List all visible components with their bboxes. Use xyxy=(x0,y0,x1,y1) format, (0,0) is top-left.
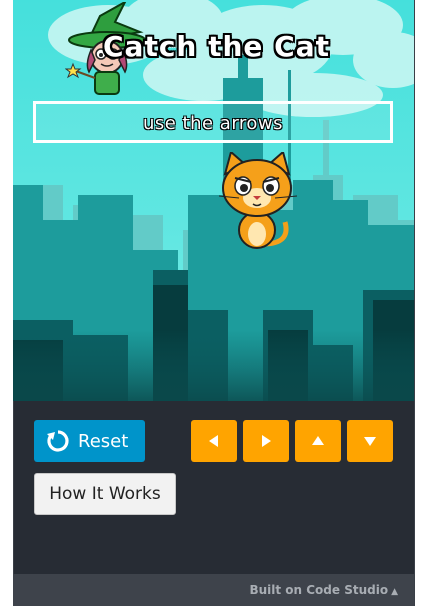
right-arrow-button[interactable] xyxy=(243,420,289,462)
game-title: Catch the Cat xyxy=(103,30,330,63)
built-on-code-studio-link[interactable]: Built on Code Studio ▲ xyxy=(249,583,398,597)
hint-text: use the arrows xyxy=(142,113,284,134)
reset-button[interactable]: Reset xyxy=(34,420,145,462)
down-arrow-icon xyxy=(364,437,376,446)
caret-up-icon: ▲ xyxy=(391,587,398,597)
reset-icon xyxy=(47,430,69,452)
down-arrow-button[interactable] xyxy=(347,420,393,462)
hint-box: use the arrows xyxy=(33,101,393,143)
footer-bar: Built on Code Studio ▲ xyxy=(13,574,414,606)
cat-sprite xyxy=(218,152,298,249)
controls-panel: Reset How It Works xyxy=(13,401,414,574)
left-arrow-icon xyxy=(209,435,218,447)
left-arrow-button[interactable] xyxy=(191,420,237,462)
reset-label: Reset xyxy=(78,430,129,452)
up-arrow-button[interactable] xyxy=(295,420,341,462)
how-it-works-button[interactable]: How It Works xyxy=(34,473,176,515)
up-arrow-icon xyxy=(312,436,324,445)
game-stage[interactable]: Catch the Cat use the arrows xyxy=(13,0,414,401)
footer-text: Built on Code Studio xyxy=(249,583,389,597)
right-arrow-icon xyxy=(262,435,271,447)
